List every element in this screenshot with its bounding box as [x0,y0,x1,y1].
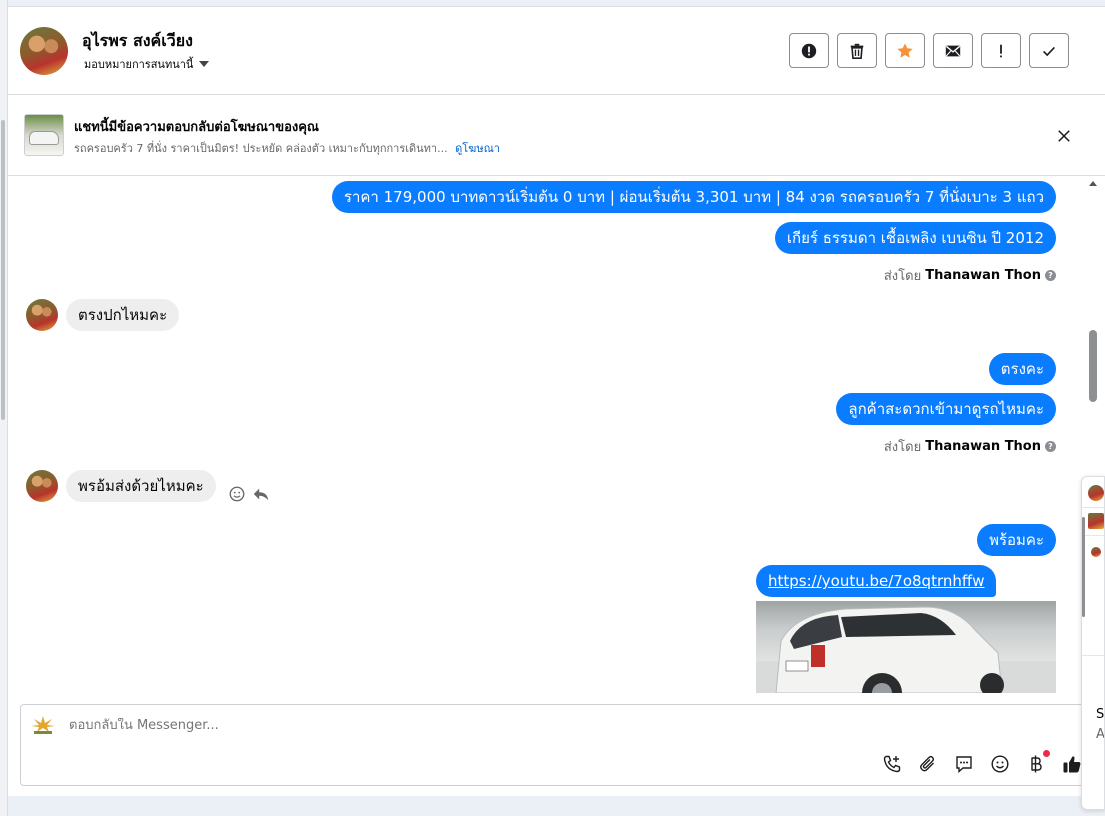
sent-by-label: ส่งโดย Thanawan Thon ? [884,436,1056,457]
outgoing-message[interactable]: พร้อมคะ [977,524,1056,556]
saved-reply-icon [956,756,972,774]
exclamation-icon [1000,44,1002,57]
avatar[interactable] [20,27,68,75]
spam-alert-button[interactable] [789,33,829,68]
outgoing-message[interactable]: ลูกค้าสะดวกเข้ามาดูรถไหมคะ [836,393,1056,425]
message-actions [228,485,270,503]
panel-text-fragment: A [1096,727,1105,742]
youtube-link[interactable]: https://youtu.be/7o8qtrnhffw [768,572,984,590]
assign-conversation-dropdown[interactable]: มอบหมายการสนทนานี้ [84,55,210,73]
left-scroll-strip [0,0,8,816]
view-ad-link[interactable]: ดูโฆษณา [455,142,500,155]
envelope-icon [945,45,961,56]
close-icon [1058,130,1070,142]
emoji-button[interactable] [989,753,1011,775]
payment-button[interactable] [1025,750,1050,775]
conversation-header: อุไรพร สงค์เวียง มอบหมายการสนทนานี้ [8,7,1105,95]
ad-banner-description: รถครอบครัว 7 ที่นั่ง ราคาเป็นมิตร! ประหย… [74,139,500,157]
outgoing-message[interactable]: ราคา 179,000 บาทดาวน์เริ่มต้น 0 บาท | ผ่… [331,181,1056,213]
close-banner-button[interactable] [1054,126,1074,146]
attach-button[interactable] [917,753,939,775]
composer-toolbar [881,750,1083,775]
avatar[interactable] [1088,485,1104,501]
star-button[interactable] [885,33,925,68]
message-input[interactable] [69,718,769,733]
contact-name[interactable]: อุไรพร สงค์เวียง [82,29,193,54]
reply-composer [20,704,1092,786]
sent-by-label: ส่งโดย Thanawan Thon ? [884,265,1056,286]
incoming-message[interactable]: พรอ้มส่งด้วยไหมคะ [66,470,216,502]
left-scrollbar-thumb[interactable] [1,120,5,420]
important-button[interactable] [981,33,1021,68]
info-icon[interactable]: ? [1045,270,1056,281]
conversation-panel: อุไรพร สงค์เวียง มอบหมายการสนทนานี้ แชทน… [8,6,1105,796]
baht-payment-icon [1031,755,1042,773]
reply-icon[interactable] [252,485,270,503]
divider [1082,507,1104,508]
add-call-button[interactable] [881,753,903,775]
phone-plus-icon [883,755,901,773]
ad-banner-title: แชทนี้มีข้อความตอบกลับต่อโฆษณาของคุณ [74,120,319,135]
divider [1082,535,1104,536]
mark-unread-button[interactable] [933,33,973,68]
page-logo-icon [31,716,55,734]
avatar[interactable] [26,470,58,502]
info-icon[interactable]: ? [1045,441,1056,452]
thread-scrollbar-thumb[interactable] [1089,330,1097,402]
ad-reply-banner: แชทนี้มีข้อความตอบกลับต่อโฆษณาของคุณ รถค… [8,96,1105,176]
check-icon [1043,46,1055,56]
sent-by-prefix: ส่งโดย [883,440,922,455]
scroll-up-icon[interactable] [1089,181,1097,186]
mark-done-button[interactable] [1029,33,1069,68]
delete-button[interactable] [837,33,877,68]
emoji-icon [991,755,1009,773]
thumbs-up-icon [1063,756,1081,773]
emoji-react-icon[interactable] [228,485,246,503]
avatar[interactable] [26,299,58,331]
paperclip-icon [920,755,935,772]
star-icon [897,42,913,58]
car-image-icon [29,131,59,145]
car-photo-icon [756,606,1056,693]
message-thread[interactable]: ราคา 179,000 บาทดาวน์เริ่มต้น 0 บาท | ผ่… [8,177,1105,693]
outgoing-message[interactable]: เกียร์ ธรรมดา เชื้อเพลิง เบนซิน ปี 2012 [774,222,1056,254]
panel-scrollbar-thumb[interactable] [1082,517,1085,617]
notification-dot [1043,750,1050,757]
divider [1082,655,1104,656]
ad-description-text: รถครอบครัว 7 ที่นั่ง ราคาเป็นมิตร! ประหย… [74,142,448,155]
saved-reply-button[interactable] [953,753,975,775]
link-preview-image[interactable] [756,601,1056,693]
avatar[interactable] [1091,547,1101,557]
sent-by-name[interactable]: Thanawan Thon [925,439,1041,454]
side-conversations-panel: S A [1081,476,1105,810]
outgoing-message[interactable]: ตรงคะ [988,353,1056,385]
panel-text-fragment: S [1096,707,1105,722]
alert-circle-icon [801,43,817,58]
caret-down-icon [199,61,210,67]
sent-by-prefix: ส่งโดย [883,269,922,284]
like-button[interactable] [1061,753,1083,775]
trash-icon [850,43,864,59]
avatar[interactable] [1088,513,1104,529]
sent-by-name[interactable]: Thanawan Thon [925,268,1041,283]
ad-thumbnail[interactable] [24,114,64,156]
outgoing-link-message[interactable]: https://youtu.be/7o8qtrnhffw [756,565,997,597]
incoming-message[interactable]: ตรงปกไหมคะ [66,299,180,331]
assign-label: มอบหมายการสนทนานี้ [84,58,194,71]
